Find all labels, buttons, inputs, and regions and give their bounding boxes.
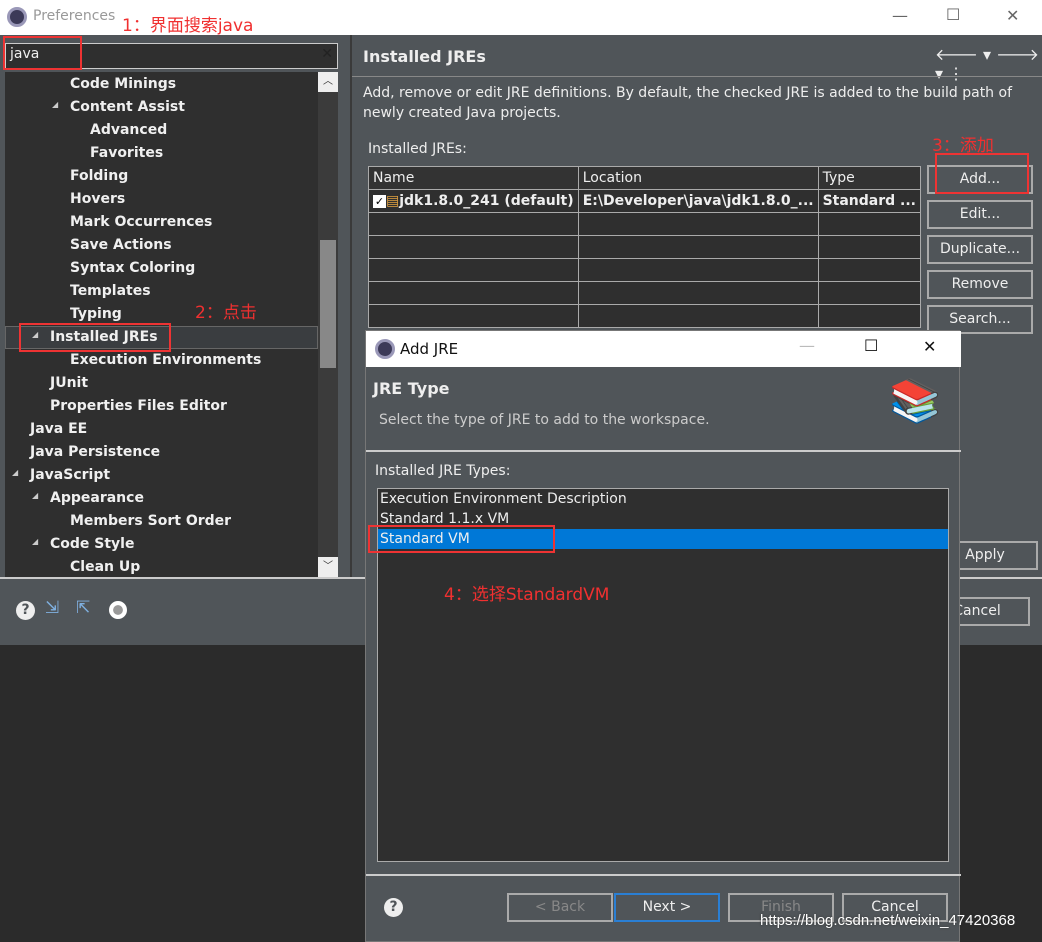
dialog-header: JRE Type (373, 379, 450, 398)
tree-item[interactable]: Templates (70, 280, 151, 303)
divider (366, 874, 961, 876)
page-description: Add, remove or edit JRE definitions. By … (363, 85, 1012, 121)
expand-arrow-icon[interactable]: ◢ (12, 468, 18, 477)
clear-icon[interactable]: ✕ (321, 46, 333, 62)
col-name[interactable]: Name (368, 166, 579, 190)
dialog-title-bar: Add JRE — ☐ ✕ (366, 331, 961, 367)
back-button[interactable]: < Back (507, 893, 613, 922)
tree-item[interactable]: Content Assist (70, 96, 185, 119)
table-label: Installed JREs: (368, 141, 467, 157)
tree-item[interactable]: Mark Occurrences (70, 211, 212, 234)
dialog-subtitle: Select the type of JRE to add to the wor… (379, 412, 710, 428)
tree-item[interactable]: Java Persistence (30, 441, 160, 464)
jre-button-remove[interactable]: Remove (927, 270, 1033, 299)
expand-arrow-icon[interactable]: ◢ (52, 100, 58, 109)
tree-item[interactable]: JavaScript (30, 464, 110, 487)
highlight-box (368, 525, 555, 553)
help-icon[interactable]: ? (16, 601, 35, 620)
tree-item[interactable]: Syntax Coloring (70, 257, 195, 280)
jre-books-icon: 📚 (889, 376, 942, 425)
close-button[interactable]: ✕ (1006, 6, 1019, 25)
window-title: Preferences (33, 8, 116, 24)
maximize-button[interactable]: ☐ (946, 5, 960, 24)
col-location[interactable]: Location (577, 166, 819, 190)
divider (350, 35, 352, 577)
tree-item[interactable]: Code Minings (70, 73, 176, 96)
tree-item[interactable]: Clean Up (70, 556, 140, 577)
export-icon[interactable]: ⇱ (76, 598, 90, 618)
tree-item[interactable]: Hovers (70, 188, 125, 211)
col-type[interactable]: Type (817, 166, 922, 190)
tree-item[interactable]: JUnit (50, 372, 88, 395)
list-label: Installed JRE Types: (375, 463, 511, 479)
annotation: 4：选择StandardVM (444, 585, 610, 605)
checkbox[interactable]: ✓ (373, 194, 386, 208)
jre-icon: ▤ (386, 193, 400, 209)
dialog-title: Add JRE (400, 340, 459, 358)
tree-item[interactable]: Members Sort Order (70, 510, 231, 533)
tree-item[interactable]: Java EE (30, 418, 87, 441)
divider (366, 450, 961, 452)
jre-button-edit[interactable]: Edit... (927, 200, 1033, 229)
maximize-button[interactable]: ☐ (864, 336, 878, 355)
tree-item[interactable]: Folding (70, 165, 128, 188)
highlight-box (3, 36, 82, 70)
jre-button-duplicate[interactable]: Duplicate... (927, 235, 1033, 264)
tree-item[interactable]: Properties Files Editor (50, 395, 227, 418)
scrollbar-thumb[interactable] (320, 240, 336, 368)
scroll-down-icon[interactable]: ﹀ (318, 557, 338, 577)
eclipse-icon (375, 339, 395, 359)
tree-item[interactable]: Code Style (50, 533, 134, 556)
jre-location: E:\Developer\java\jdk1.8.0_... (577, 189, 819, 213)
close-button[interactable]: ✕ (923, 337, 936, 356)
oomph-icon[interactable] (109, 601, 127, 619)
back-nav-icon[interactable]: 🡐 ▾ 🡒 ▾ ⋮ (935, 44, 1042, 83)
tree-item[interactable]: Favorites (90, 142, 163, 165)
scroll-up-icon[interactable]: ︿ (318, 72, 338, 92)
annotation: 1：界面搜索java (122, 16, 254, 36)
tree-item[interactable]: Advanced (90, 119, 167, 142)
divider (352, 76, 1042, 77)
tree-item[interactable]: Save Actions (70, 234, 172, 257)
next-button[interactable]: Next > (614, 893, 720, 922)
expand-arrow-icon[interactable]: ◢ (32, 537, 38, 546)
tree-item[interactable]: Appearance (50, 487, 144, 510)
import-icon[interactable]: ⇲ (45, 598, 59, 618)
minimize-button[interactable]: — (892, 6, 908, 25)
eclipse-icon (7, 7, 27, 27)
highlight-box (935, 153, 1029, 194)
jre-name: jdk1.8.0_241 (default) (399, 193, 574, 209)
jre-type-item[interactable]: Execution Environment Description (378, 489, 948, 509)
jre-type: Standard ... (817, 189, 922, 213)
tree-item[interactable]: Execution Environments (70, 349, 261, 372)
annotation: 2：点击 (195, 303, 257, 323)
table-row[interactable]: ✓ ▤jdk1.8.0_241 (default) E:\Developer\jav… (368, 189, 922, 213)
expand-arrow-icon[interactable]: ◢ (32, 491, 38, 500)
jre-table: Name Location Type ✓ ▤jdk1.8.0_241 (default… (368, 166, 922, 328)
page-title: Installed JREs (363, 47, 486, 66)
minimize-button[interactable]: — (799, 336, 815, 355)
highlight-box (19, 323, 171, 352)
watermark: https://blog.csdn.net/weixin_47420368 (760, 912, 1016, 929)
add-jre-dialog: Add JRE — ☐ ✕ JRE Type Select the type o… (365, 330, 961, 942)
help-icon[interactable]: ? (384, 898, 403, 917)
